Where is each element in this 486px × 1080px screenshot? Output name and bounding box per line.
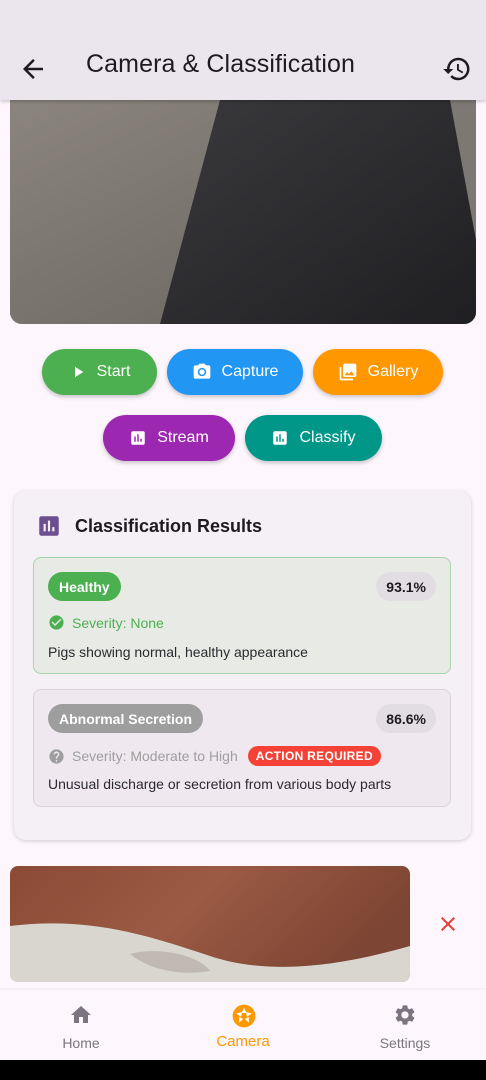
result-description: Unusual discharge or secretion from vari… [48,776,392,792]
capture-button[interactable]: Capture [167,349,303,395]
bar-chart-icon [131,431,145,445]
severity-text: Severity: Moderate to High [72,748,238,764]
camera-feed-image [10,100,476,324]
system-navigation-bar [0,1060,486,1080]
camera-shutter-icon [232,1004,256,1028]
classify-button[interactable]: Classify [245,415,382,461]
gallery-button-label: Gallery [367,363,419,380]
photo-library-icon [339,363,356,381]
confidence-badge: 86.6% [376,704,436,733]
results-header: Classification Results [36,513,262,539]
confidence-badge: 93.1% [376,572,436,601]
start-button[interactable]: Start [42,349,157,395]
home-icon [71,1006,91,1023]
nav-label-camera: Camera [216,1033,270,1050]
close-icon[interactable] [436,912,460,936]
classification-results-card: Classification Results Healthy 93.1% Sev… [14,491,471,840]
class-label-pill: Healthy [48,572,121,601]
nav-label-home: Home [62,1035,100,1051]
stream-button-label: Stream [157,429,209,446]
camera-preview[interactable] [10,100,476,324]
gear-icon [395,1005,415,1025]
severity-row: Severity: None [48,614,164,631]
nav-item-home[interactable]: Home [0,990,162,1060]
help-circle-icon [49,748,64,764]
capture-button-label: Capture [221,363,279,380]
nav-item-camera[interactable]: Camera [162,990,324,1060]
result-description: Pigs showing normal, healthy appearance [48,644,308,660]
nav-label-settings: Settings [379,1035,431,1051]
analytics-icon [39,516,59,536]
analytics-icon [273,431,288,445]
stream-button[interactable]: Stream [103,415,235,461]
severity-row: Severity: Moderate to High ACTION REQUIR… [48,746,381,766]
action-required-badge: ACTION REQUIRED [247,746,381,766]
classify-button-label: Classify [299,429,356,446]
class-label-pill: Abnormal Secretion [48,704,204,733]
camera-icon [193,363,210,379]
bottom-navigation: Home Camera Settings [0,990,486,1060]
check-circle-icon [49,615,64,630]
play-icon [74,366,83,378]
results-title: Classification Results [75,515,263,536]
captured-image-thumbnail[interactable] [10,866,410,982]
start-button-label: Start [96,363,131,380]
nav-item-settings[interactable]: Settings [324,990,486,1060]
gallery-button[interactable]: Gallery [313,349,443,395]
severity-text: Severity: None [72,614,164,631]
captured-image [10,866,410,982]
history-icon[interactable] [442,54,472,84]
status-bar [0,0,486,36]
result-item-healthy[interactable]: Healthy 93.1% Severity: None Pigs showin… [33,557,451,674]
arrow-back-icon[interactable] [18,54,48,84]
app-bar: Camera & Classification [0,36,486,100]
result-item-abnormal-secretion[interactable]: Abnormal Secretion 86.6% Severity: Moder… [33,689,451,807]
page-title: Camera & Classification [86,50,356,78]
